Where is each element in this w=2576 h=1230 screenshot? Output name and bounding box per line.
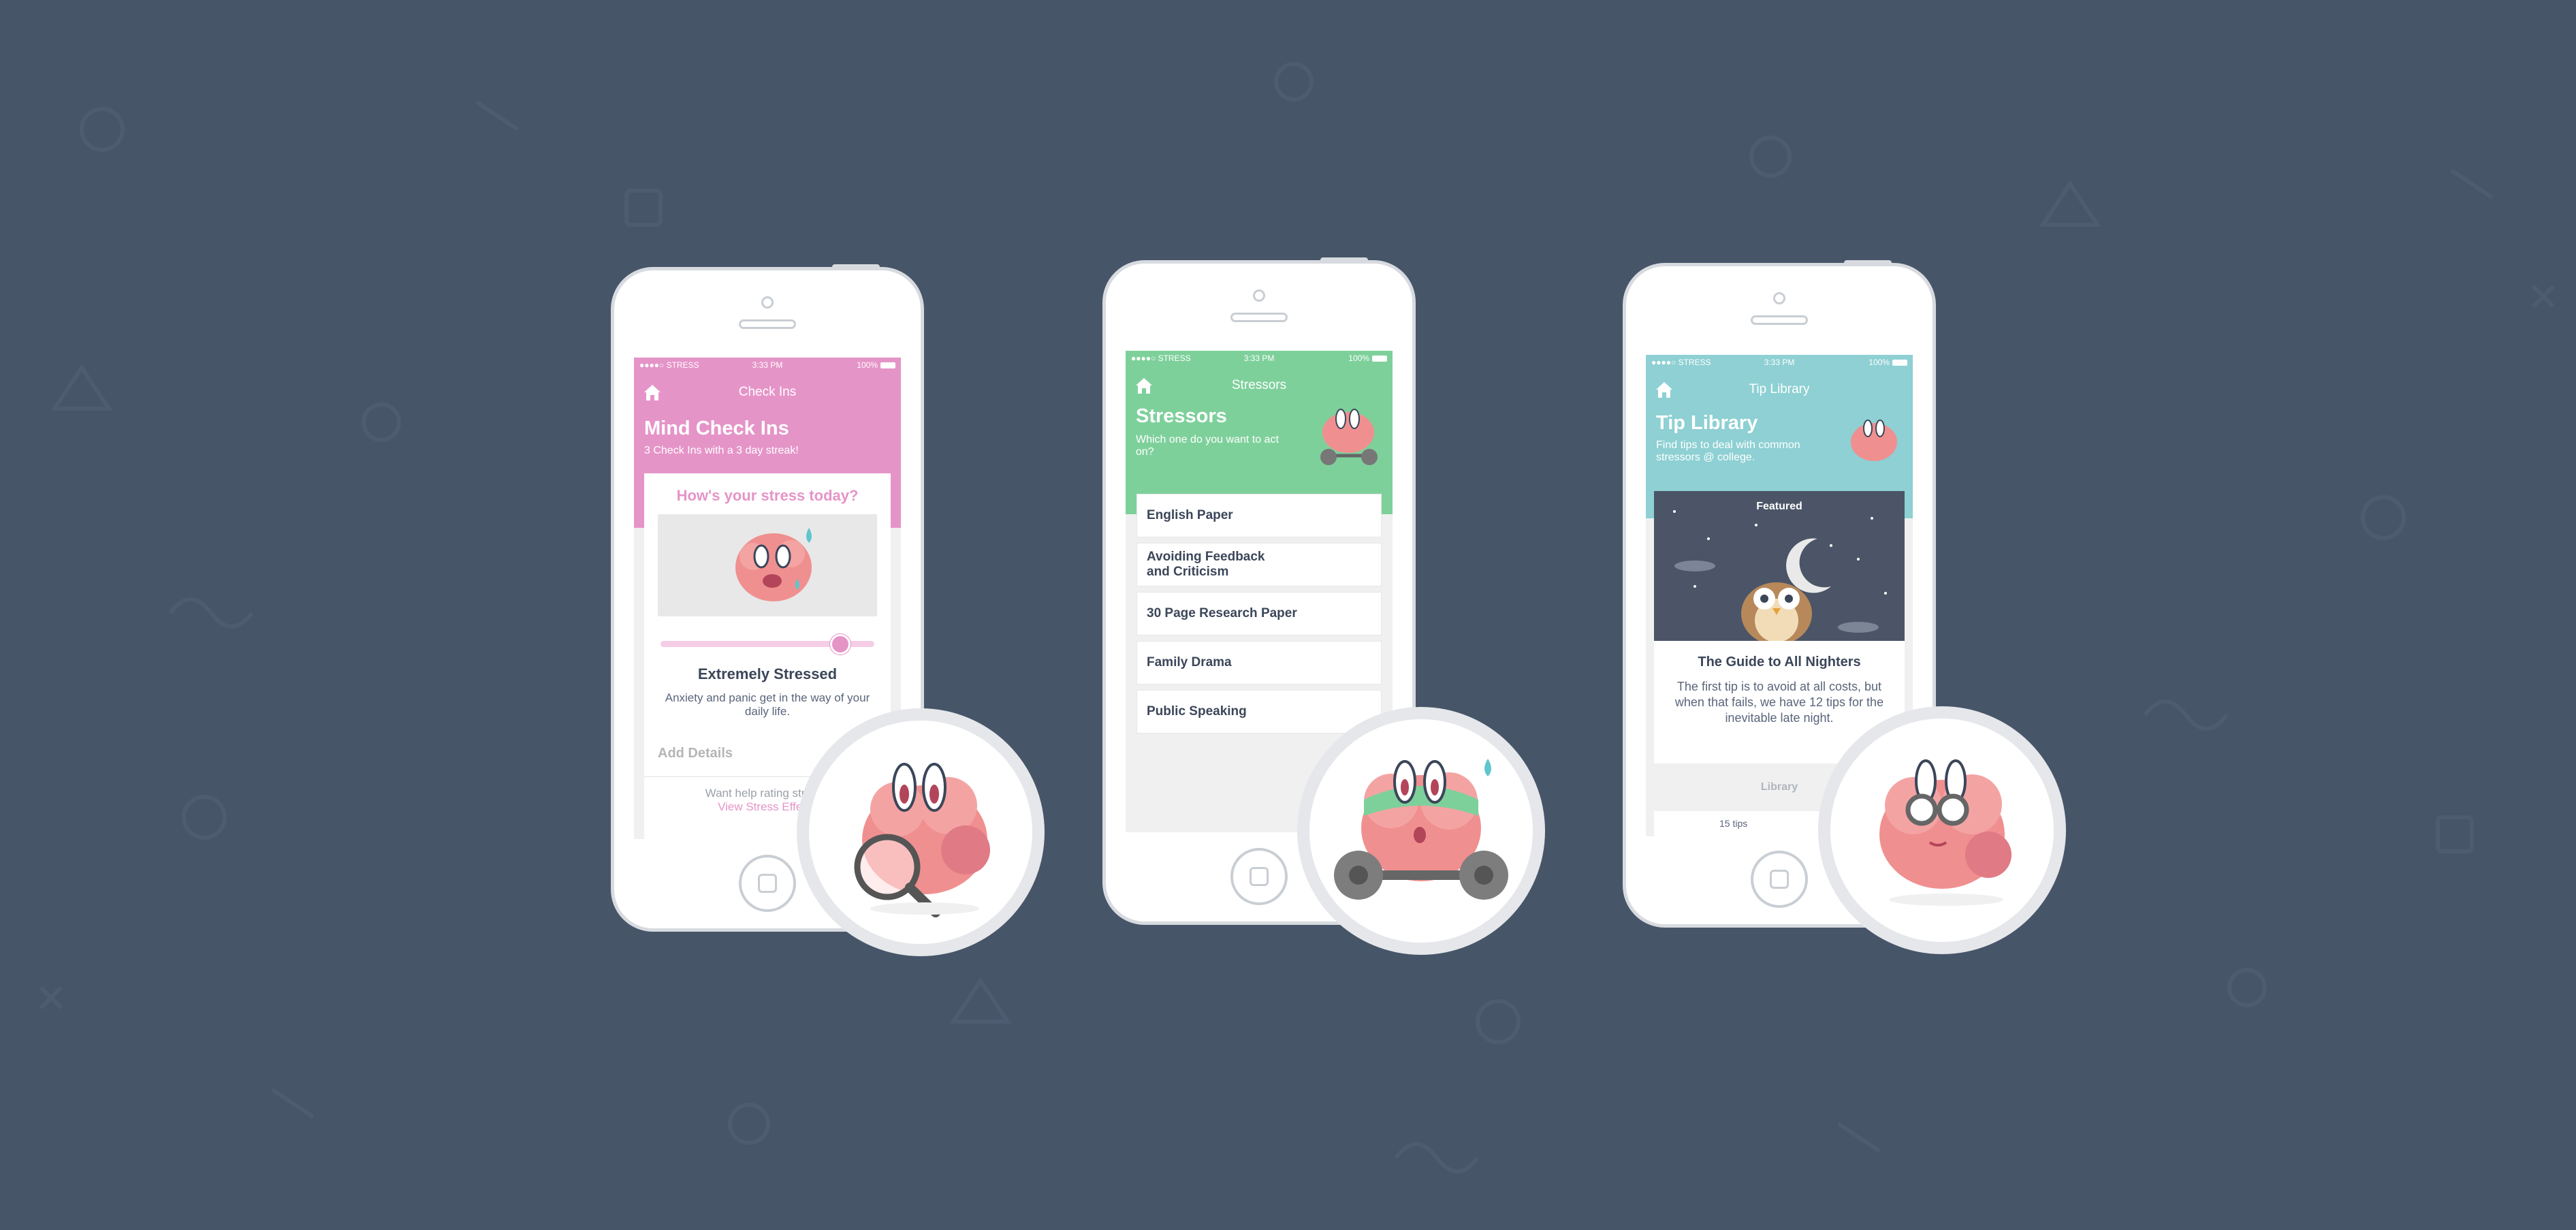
status-bar: ●●●●○ STRESS 3:33 PM 100% — [1651, 358, 1907, 368]
home-button[interactable] — [1751, 851, 1808, 908]
page-title: Stressors — [1136, 405, 1227, 427]
navbar: Tip Library — [1646, 375, 1913, 403]
add-details-button[interactable]: Add Details — [658, 746, 733, 761]
battery: 100% — [1869, 358, 1907, 367]
battery: 100% — [1348, 353, 1387, 363]
battery-icon — [1892, 360, 1907, 366]
badge-brain-glasses — [1818, 706, 2066, 954]
battery-percent: 100% — [857, 360, 878, 370]
navbar: Check Ins — [634, 378, 901, 405]
front-camera — [761, 296, 774, 309]
badge-brain-weights — [1297, 707, 1545, 955]
page-subtitle: Find tips to deal with common stressors … — [1656, 439, 1800, 463]
battery-icon — [880, 362, 895, 369]
status-bar: ●●●●○ STRESS 3:33 PM 100% — [1131, 353, 1387, 364]
battery-percent: 100% — [1869, 358, 1890, 367]
battery-percent: 100% — [1348, 353, 1369, 363]
power-button — [1320, 257, 1368, 263]
tips-count: 15 tips — [1719, 818, 1748, 829]
power-button — [1844, 260, 1892, 266]
question: How's your stress today? — [676, 487, 859, 504]
nav-title: Check Ins — [738, 385, 797, 399]
stress-slider-thumb[interactable] — [829, 634, 850, 655]
list-item[interactable]: 30 Page Research Paper — [1136, 592, 1382, 635]
list-item[interactable]: English Paper — [1136, 494, 1382, 537]
stressor-list: English Paper Avoiding Feedback and Crit… — [1136, 494, 1382, 739]
front-camera — [1773, 292, 1785, 304]
battery-icon — [1372, 356, 1387, 362]
earpiece — [739, 319, 796, 329]
earpiece — [1230, 313, 1288, 322]
home-button[interactable] — [739, 855, 796, 912]
brain-cart-icon — [1320, 409, 1378, 465]
nav-title: Stressors — [1231, 378, 1287, 392]
stress-level-label: Extremely Stressed — [697, 665, 838, 682]
brain-weights-icon — [1334, 759, 1508, 900]
front-camera — [1253, 289, 1265, 302]
page-title: Mind Check Ins — [644, 417, 789, 439]
nav-title: Tip Library — [1749, 382, 1810, 396]
power-button — [832, 264, 880, 270]
navbar: Stressors — [1126, 371, 1393, 398]
brain-glasses-icon — [1879, 759, 2011, 906]
page-subtitle: Which one do you want to act on? — [1136, 434, 1279, 458]
battery: 100% — [857, 360, 895, 370]
page-subtitle: 3 Check Ins with a 3 day streak! — [644, 445, 799, 456]
card-title: The Guide to All Nighters — [1698, 655, 1861, 669]
owl-moon-illustration — [1673, 510, 1887, 645]
home-button[interactable] — [1230, 848, 1288, 905]
featured-label: Featured — [1756, 501, 1802, 512]
brain-small-icon — [1851, 420, 1897, 461]
list-item[interactable]: Avoiding Feedback and Criticism — [1136, 543, 1382, 586]
earpiece — [1751, 315, 1808, 325]
status-bar: ●●●●○ STRESS 3:33 PM 100% — [639, 360, 895, 371]
featured-image — [1654, 491, 1905, 645]
stress-level-description: Anxiety and panic get in the way of your… — [665, 691, 870, 718]
page-title: Tip Library — [1656, 412, 1758, 434]
stressed-brain-illustration — [658, 514, 877, 616]
stressed-brain-icon — [735, 528, 812, 601]
brain-magnifier-icon — [854, 763, 990, 917]
badge-brain-magnifier — [797, 708, 1045, 956]
list-item[interactable]: Family Drama — [1136, 641, 1382, 684]
